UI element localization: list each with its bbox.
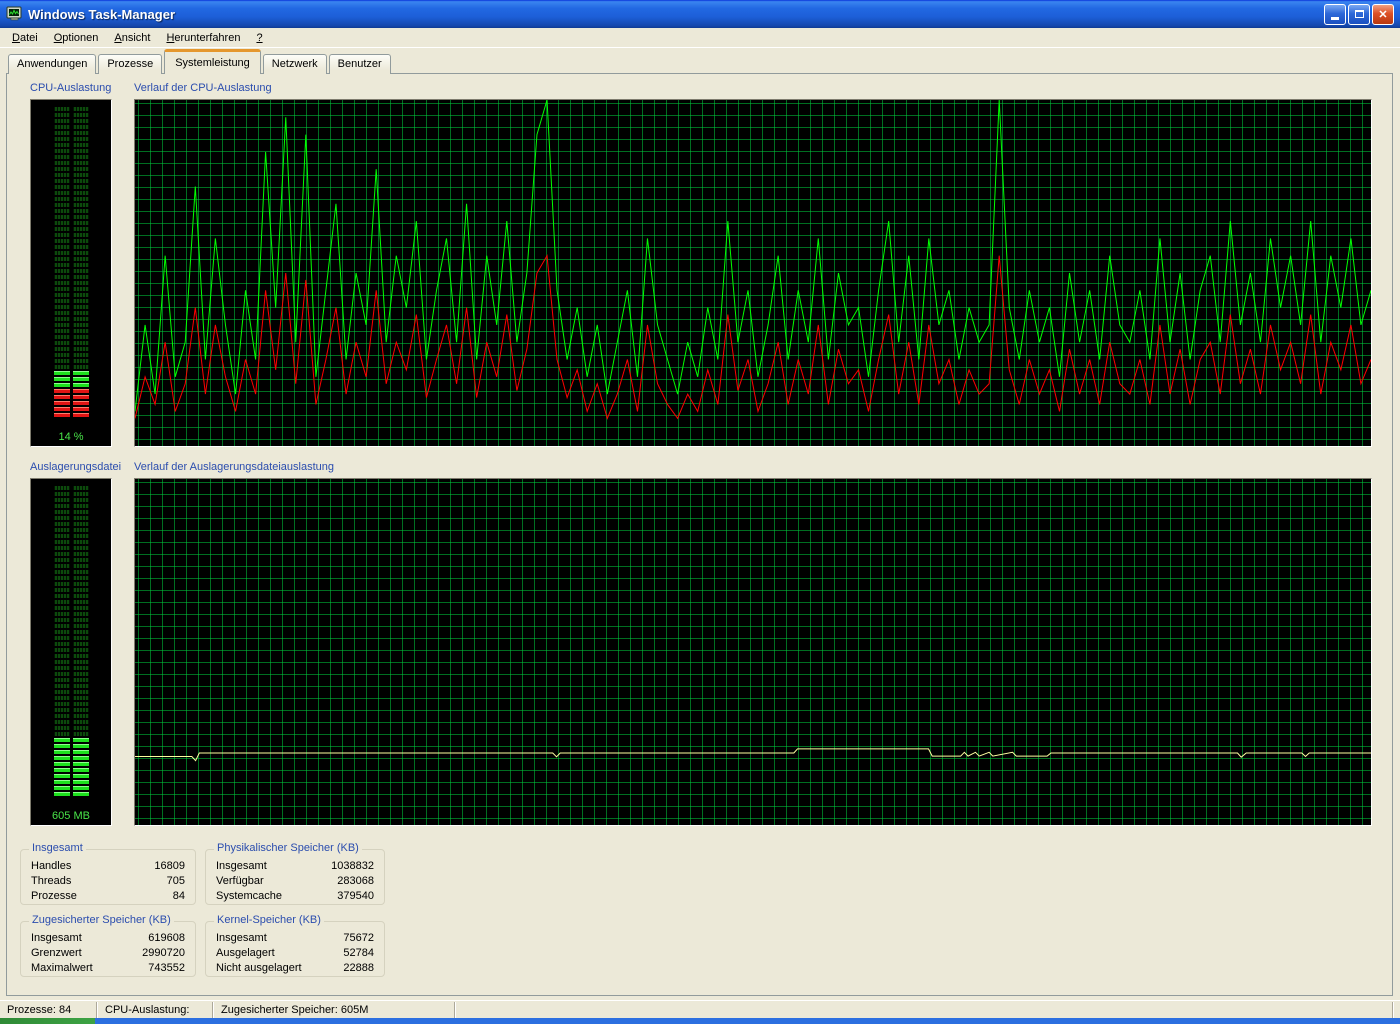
cpu-gauge-label: CPU-Auslastung bbox=[30, 82, 111, 94]
tab-prozesse[interactable]: Prozesse bbox=[98, 54, 162, 74]
statusbar: Prozesse: 84 CPU-Auslastung: 14% Zugesic… bbox=[0, 1000, 1400, 1018]
group-physikalischer-speicher-title: Physikalischer Speicher (KB) bbox=[214, 842, 362, 854]
titlebar[interactable]: Windows Task-Manager ✕ bbox=[0, 0, 1400, 28]
minimize-button[interactable] bbox=[1324, 4, 1346, 25]
tab-benutzer[interactable]: Benutzer bbox=[329, 54, 391, 74]
stat-row: Insgesamt619608 bbox=[21, 931, 195, 946]
status-zugesicherter-speicher: Zugesicherter Speicher: 605M bbox=[214, 1002, 455, 1018]
group-insgesamt: Insgesamt Handles16809 Threads705 Prozes… bbox=[20, 849, 196, 905]
pagefile-history-graph bbox=[134, 478, 1372, 826]
stat-row: Maximalwert743552 bbox=[21, 961, 195, 976]
stat-row: Prozesse84 bbox=[21, 889, 195, 904]
task-manager-icon bbox=[6, 6, 23, 22]
tab-anwendungen[interactable]: Anwendungen bbox=[8, 54, 96, 74]
stat-row: Insgesamt1038832 bbox=[206, 859, 384, 874]
status-cpu-auslastung: CPU-Auslastung: 14% bbox=[98, 1002, 213, 1018]
tabstrip: Anwendungen Prozesse Systemleistung Netz… bbox=[8, 49, 393, 74]
minimize-icon bbox=[1331, 17, 1339, 20]
pagefile-gauge-label: Auslagerungsdatei bbox=[30, 461, 121, 473]
menu-datei[interactable]: Datei bbox=[4, 30, 46, 46]
cpu-history-graph bbox=[134, 99, 1372, 447]
pagefile-gauge-segments bbox=[31, 486, 111, 798]
group-zugesicherter-speicher: Zugesicherter Speicher (KB) Insgesamt619… bbox=[20, 921, 196, 977]
maximize-restore-button[interactable] bbox=[1348, 4, 1370, 25]
cpu-gauge-segments bbox=[31, 107, 111, 419]
status-spacer bbox=[456, 1002, 1393, 1018]
cpu-usage-gauge: 14 % bbox=[30, 99, 112, 447]
stat-row: Grenzwert2990720 bbox=[21, 946, 195, 961]
group-physikalischer-speicher: Physikalischer Speicher (KB) Insgesamt10… bbox=[205, 849, 385, 905]
start-button-edge[interactable] bbox=[0, 1018, 95, 1024]
pagefile-history-chart-svg bbox=[135, 479, 1371, 825]
close-button[interactable]: ✕ bbox=[1372, 4, 1394, 25]
restore-icon bbox=[1355, 10, 1364, 18]
group-insgesamt-title: Insgesamt bbox=[29, 842, 86, 854]
close-icon: ✕ bbox=[1378, 8, 1387, 21]
cpu-history-chart-svg bbox=[135, 100, 1371, 446]
tab-netzwerk[interactable]: Netzwerk bbox=[263, 54, 327, 74]
stat-row: Handles16809 bbox=[21, 859, 195, 874]
menubar: Datei Optionen Ansicht Herunterfahren ? bbox=[0, 28, 1400, 48]
tab-systemleistung[interactable]: Systemleistung bbox=[164, 49, 261, 74]
group-kernel-speicher: Kernel-Speicher (KB) Insgesamt75672 Ausg… bbox=[205, 921, 385, 977]
stat-row: Ausgelagert52784 bbox=[206, 946, 384, 961]
status-prozesse: Prozesse: 84 bbox=[0, 1002, 97, 1018]
cpu-history-label: Verlauf der CPU-Auslastung bbox=[134, 82, 272, 94]
menu-herunterfahren[interactable]: Herunterfahren bbox=[158, 30, 248, 46]
stat-row: Systemcache379540 bbox=[206, 889, 384, 904]
menu-ansicht[interactable]: Ansicht bbox=[106, 30, 158, 46]
stat-row: Threads705 bbox=[21, 874, 195, 889]
stat-row: Nicht ausgelagert22888 bbox=[206, 961, 384, 976]
menu-optionen[interactable]: Optionen bbox=[46, 30, 107, 46]
pagefile-gauge-value: 605 MB bbox=[31, 810, 111, 822]
pagefile-history-label: Verlauf der Auslagerungsdateiauslastung bbox=[134, 461, 334, 473]
group-kernel-speicher-title: Kernel-Speicher (KB) bbox=[214, 914, 324, 926]
window-title: Windows Task-Manager bbox=[28, 7, 175, 22]
stat-row: Verfügbar283068 bbox=[206, 874, 384, 889]
cpu-gauge-value: 14 % bbox=[31, 431, 111, 443]
menu-hilfe[interactable]: ? bbox=[248, 30, 270, 46]
group-zugesicherter-speicher-title: Zugesicherter Speicher (KB) bbox=[29, 914, 174, 926]
pagefile-usage-gauge: 605 MB bbox=[30, 478, 112, 826]
taskbar-edge[interactable] bbox=[0, 1018, 1400, 1024]
stat-row: Insgesamt75672 bbox=[206, 931, 384, 946]
